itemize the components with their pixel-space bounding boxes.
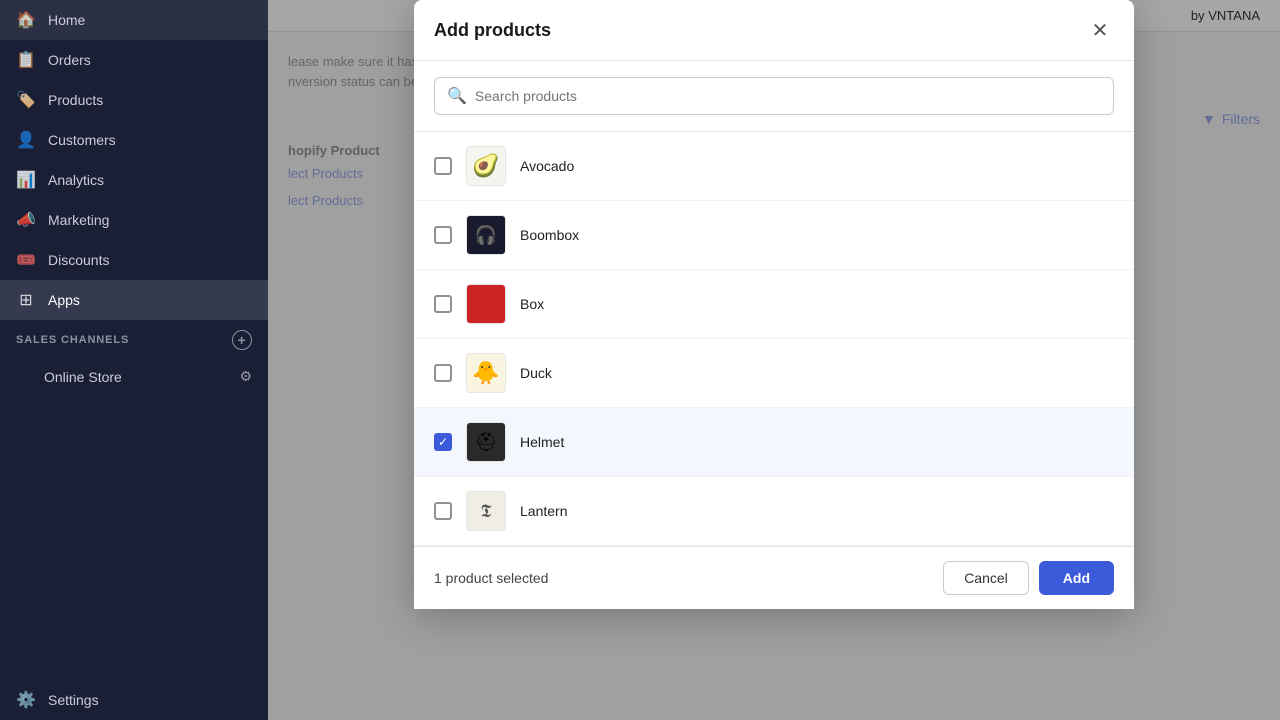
- modal-overlay: Add products ✕ 🔍 🥑 Avocado: [268, 0, 1280, 720]
- discounts-icon: 🎟️: [16, 250, 36, 270]
- settings-icon: ⚙️: [16, 690, 36, 710]
- products-icon: 🏷️: [16, 90, 36, 110]
- checkbox-lantern[interactable]: [434, 502, 452, 520]
- product-thumb-helmet: ⛑: [466, 422, 506, 462]
- sidebar-item-settings[interactable]: ⚙️ Settings: [0, 680, 268, 720]
- search-icon: 🔍: [447, 86, 467, 106]
- sidebar-item-online-store[interactable]: Online Store ⚙: [0, 360, 268, 393]
- product-list: 🥑 Avocado 🎧 Boombox Box 🐥 Duck: [414, 132, 1134, 546]
- sidebar-item-customers-label: Customers: [48, 132, 116, 148]
- product-name-lantern: Lantern: [520, 503, 567, 519]
- modal-title: Add products: [434, 20, 551, 41]
- sidebar-item-apps-label: Apps: [48, 292, 80, 308]
- product-thumb-avocado: 🥑: [466, 146, 506, 186]
- product-item-box[interactable]: Box: [414, 270, 1134, 339]
- sidebar-item-customers[interactable]: 👤 Customers: [0, 120, 268, 160]
- product-name-box: Box: [520, 296, 544, 312]
- checkbox-box[interactable]: [434, 295, 452, 313]
- customers-icon: 👤: [16, 130, 36, 150]
- sidebar-item-orders-label: Orders: [48, 52, 91, 68]
- apps-icon: ⊞: [16, 290, 36, 310]
- product-name-avocado: Avocado: [520, 158, 574, 174]
- product-thumb-box: [466, 284, 506, 324]
- product-item-avocado[interactable]: 🥑 Avocado: [414, 132, 1134, 201]
- add-sales-channel-button[interactable]: +: [232, 330, 252, 350]
- product-name-boombox: Boombox: [520, 227, 579, 243]
- add-button[interactable]: Add: [1039, 561, 1114, 595]
- sidebar-item-orders[interactable]: 📋 Orders: [0, 40, 268, 80]
- product-name-duck: Duck: [520, 365, 552, 381]
- footer-actions: Cancel Add: [943, 561, 1114, 595]
- sidebar-item-analytics[interactable]: 📊 Analytics: [0, 160, 268, 200]
- search-input-wrap: 🔍: [434, 77, 1114, 115]
- close-button[interactable]: ✕: [1086, 16, 1114, 44]
- search-input[interactable]: [475, 88, 1101, 104]
- sidebar-item-analytics-label: Analytics: [48, 172, 104, 188]
- sidebar-item-discounts-label: Discounts: [48, 252, 109, 268]
- analytics-icon: 📊: [16, 170, 36, 190]
- sidebar-item-home-label: Home: [48, 12, 85, 28]
- checkbox-avocado[interactable]: [434, 157, 452, 175]
- cancel-button[interactable]: Cancel: [943, 561, 1029, 595]
- sales-channels-section: SALES CHANNELS +: [0, 320, 268, 360]
- checkbox-helmet[interactable]: [434, 433, 452, 451]
- sidebar-item-products-label: Products: [48, 92, 103, 108]
- add-products-modal: Add products ✕ 🔍 🥑 Avocado: [414, 0, 1134, 609]
- product-item-boombox[interactable]: 🎧 Boombox: [414, 201, 1134, 270]
- orders-icon: 📋: [16, 50, 36, 70]
- product-thumb-duck: 🐥: [466, 353, 506, 393]
- product-item-duck[interactable]: 🐥 Duck: [414, 339, 1134, 408]
- sidebar-item-products[interactable]: 🏷️ Products: [0, 80, 268, 120]
- product-thumb-lantern: 𝕿: [466, 491, 506, 531]
- main-content: by VNTANA lease make sure it has been nv…: [268, 0, 1280, 720]
- product-item-helmet[interactable]: ⛑ Helmet: [414, 408, 1134, 477]
- sidebar-item-marketing-label: Marketing: [48, 212, 109, 228]
- marketing-icon: 📣: [16, 210, 36, 230]
- search-container: 🔍: [414, 61, 1134, 132]
- sales-channels-label: SALES CHANNELS: [16, 334, 129, 346]
- product-item-lantern[interactable]: 𝕿 Lantern: [414, 477, 1134, 546]
- sidebar-item-marketing[interactable]: 📣 Marketing: [0, 200, 268, 240]
- checkbox-boombox[interactable]: [434, 226, 452, 244]
- product-name-helmet: Helmet: [520, 434, 564, 450]
- product-thumb-boombox: 🎧: [466, 215, 506, 255]
- home-icon: 🏠: [16, 10, 36, 30]
- sidebar-item-home[interactable]: 🏠 Home: [0, 0, 268, 40]
- modal-header: Add products ✕: [414, 0, 1134, 61]
- sidebar-item-settings-label: Settings: [48, 692, 99, 708]
- sidebar: 🏠 Home 📋 Orders 🏷️ Products 👤 Customers …: [0, 0, 268, 720]
- checkbox-duck[interactable]: [434, 364, 452, 382]
- online-store-label: Online Store: [44, 369, 122, 385]
- selected-count: 1 product selected: [434, 570, 548, 586]
- modal-footer: 1 product selected Cancel Add: [414, 546, 1134, 609]
- sidebar-item-discounts[interactable]: 🎟️ Discounts: [0, 240, 268, 280]
- sidebar-item-apps[interactable]: ⊞ Apps: [0, 280, 268, 320]
- gear-icon: ⚙: [239, 368, 252, 385]
